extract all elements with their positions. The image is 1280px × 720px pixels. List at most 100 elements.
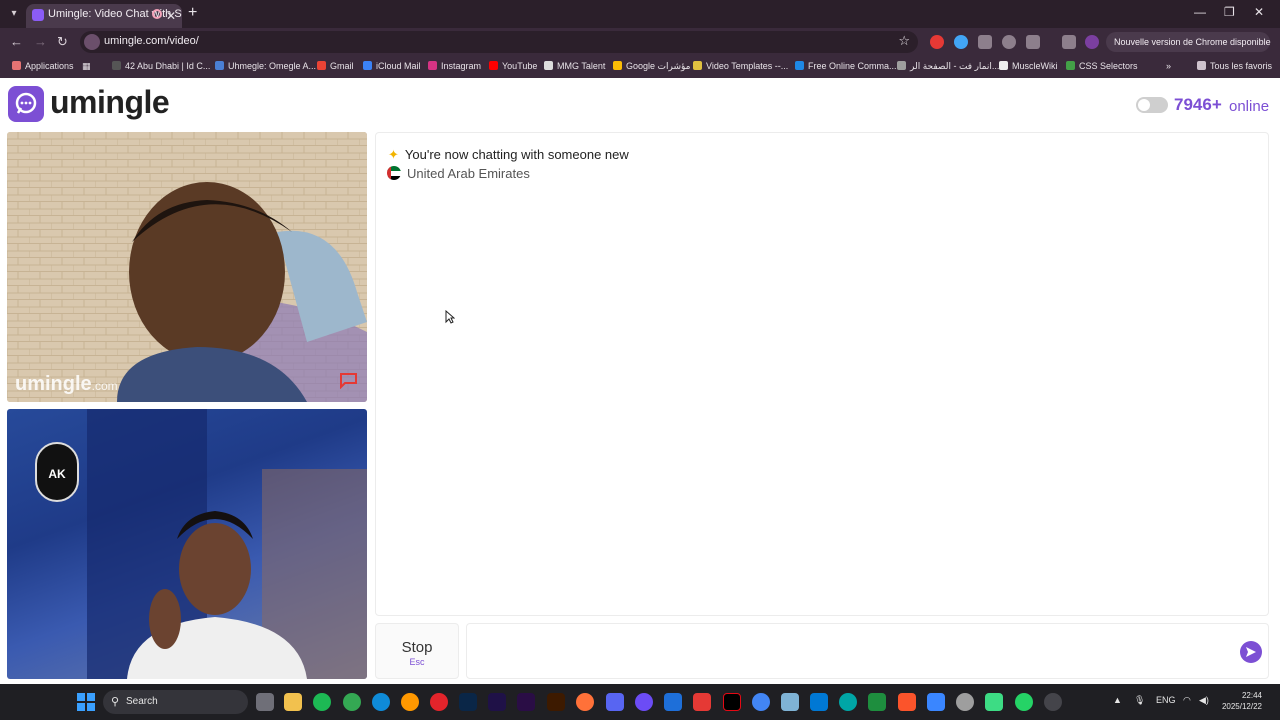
edge-dev-icon[interactable] xyxy=(839,693,857,711)
umingle-logo-icon[interactable] xyxy=(8,86,44,122)
store-icon[interactable] xyxy=(927,693,945,711)
system-clock[interactable]: 22:44 2025/12/22 xyxy=(1220,690,1262,712)
bookmark-item[interactable]: Free Online Comma... xyxy=(795,61,897,71)
netflix-icon[interactable] xyxy=(723,693,741,711)
site-info-icon[interactable] xyxy=(84,34,100,50)
volume-icon[interactable]: ◀) xyxy=(1199,695,1209,706)
bookmark-item[interactable]: MuscleWiki xyxy=(999,61,1058,71)
stop-button[interactable]: Stop Esc xyxy=(375,623,459,679)
bookmark-item[interactable]: Gmail xyxy=(317,61,354,71)
extension-omega-icon[interactable] xyxy=(1002,35,1016,49)
photos-icon[interactable] xyxy=(781,693,799,711)
clock-time: 22:44 xyxy=(1241,691,1262,700)
mmg-icon xyxy=(544,61,553,70)
discord-icon[interactable] xyxy=(606,693,624,711)
folder-icon xyxy=(1197,61,1206,70)
bookmark-item[interactable]: Video Templates --... xyxy=(693,61,788,71)
bookmark-item[interactable]: CSS Selectors xyxy=(1066,61,1138,71)
chat-bubble-icon xyxy=(15,92,37,114)
bookmark-item[interactable]: Google مؤشرات xyxy=(613,61,690,72)
all-bookmarks-folder[interactable]: Tous les favoris xyxy=(1197,61,1272,71)
wifi-icon[interactable]: ◠ xyxy=(1183,695,1191,706)
profile-avatar-icon[interactable] xyxy=(1085,35,1099,49)
photoshop-icon[interactable] xyxy=(459,693,477,711)
chat-log: ✦ You're now chatting with someone new Un… xyxy=(375,132,1269,616)
stop-label: Stop xyxy=(401,639,433,656)
chrome-update-button[interactable]: Nouvelle version de Chrome disponible ⋮ xyxy=(1106,32,1280,52)
taskbar-search[interactable]: ⚲ Search xyxy=(103,690,248,714)
theme-toggle[interactable] xyxy=(1136,97,1168,113)
commands-icon xyxy=(795,61,804,70)
close-tab-icon[interactable]: ✕ xyxy=(166,6,176,26)
app-green-icon[interactable] xyxy=(985,693,1003,711)
remote-app-icon[interactable] xyxy=(664,693,682,711)
bookmark-item[interactable]: MMG Talent xyxy=(544,61,605,71)
bookmark-grid-icon[interactable]: ▦ xyxy=(82,61,91,72)
browser-app-icon[interactable] xyxy=(752,693,770,711)
address-bar[interactable]: umingle.com/video/ ☆ xyxy=(80,31,918,53)
message-input[interactable] xyxy=(475,634,1215,668)
tray-chevron-icon[interactable]: ▲ xyxy=(1113,695,1122,705)
bookmark-item[interactable]: YouTube xyxy=(489,61,537,71)
file-explorer-icon[interactable] xyxy=(284,693,302,711)
umingle-favicon-icon xyxy=(32,9,44,21)
site-logo-text[interactable]: umingle xyxy=(50,84,170,121)
tab-search-icon[interactable]: ▾ xyxy=(6,6,22,22)
extension-grid-icon[interactable] xyxy=(978,35,992,49)
edge-icon[interactable] xyxy=(372,693,390,711)
recording-indicator-icon xyxy=(152,9,162,19)
stop-shortcut-hint: Esc xyxy=(409,657,425,667)
app-red-icon[interactable] xyxy=(693,693,711,711)
extensions-puzzle-icon[interactable] xyxy=(1026,35,1040,49)
bookmark-item[interactable]: Applications xyxy=(12,61,74,71)
back-icon[interactable]: ← xyxy=(10,34,23,49)
more-bookmarks-icon[interactable]: » xyxy=(1166,61,1171,71)
maximize-icon[interactable]: ❐ xyxy=(1224,5,1235,19)
firefox-dev-icon[interactable] xyxy=(401,693,419,711)
extension-red-icon[interactable] xyxy=(930,35,944,49)
microphone-icon[interactable]: 🎙 xyxy=(1134,695,1145,706)
task-view-icon[interactable] xyxy=(256,693,274,711)
browser-tab-umingle[interactable]: Umingle: Video Chat with St ✕ xyxy=(26,4,182,28)
globe-icon xyxy=(897,61,906,70)
vscode-icon[interactable] xyxy=(810,693,828,711)
forward-icon[interactable]: → xyxy=(34,34,47,49)
brave-icon[interactable] xyxy=(898,693,916,711)
bookmark-star-icon[interactable]: ☆ xyxy=(898,33,910,49)
system-message: ✦ You're now chatting with someone new xyxy=(388,147,629,162)
opera-icon[interactable] xyxy=(430,693,448,711)
send-button[interactable] xyxy=(1240,641,1262,663)
bookmark-item[interactable]: Uhmegle: Omegle A... xyxy=(215,61,316,71)
spotify-icon[interactable] xyxy=(313,693,331,711)
clock-date: 2025/12/22 xyxy=(1221,702,1262,711)
bookmark-item[interactable]: Instagram xyxy=(428,61,481,71)
bookmarks-bar: Applications ▦ 42 Abu Dhabi | Id C... Uh… xyxy=(0,56,1280,78)
ak-channel-logo: AK xyxy=(35,442,79,502)
capcut-icon[interactable] xyxy=(868,693,886,711)
new-tab-icon[interactable]: + xyxy=(188,4,197,22)
youtube-icon xyxy=(489,61,498,70)
app-icon[interactable] xyxy=(635,693,653,711)
media-player-icon[interactable] xyxy=(1044,693,1062,711)
sparkle-icon: ✦ xyxy=(388,147,399,162)
chrome-icon[interactable] xyxy=(343,693,361,711)
premiere-icon[interactable] xyxy=(517,693,535,711)
language-indicator[interactable]: ENG xyxy=(1156,695,1176,705)
illustrator-icon[interactable] xyxy=(547,693,565,711)
media-control-icon[interactable] xyxy=(1062,35,1076,49)
firefox-icon[interactable] xyxy=(576,693,594,711)
extension-blue-icon[interactable] xyxy=(954,35,968,49)
whatsapp-icon[interactable] xyxy=(1015,693,1033,711)
partner-country: United Arab Emirates xyxy=(387,166,530,181)
bookmark-item[interactable]: انمار فت - الصفحة الر... xyxy=(897,61,999,72)
windows-start-icon[interactable] xyxy=(77,693,95,711)
minimize-icon[interactable]: — xyxy=(1194,5,1206,19)
settings-gear-icon[interactable] xyxy=(956,693,974,711)
reload-icon[interactable]: ↻ xyxy=(57,34,68,50)
close-window-icon[interactable]: ✕ xyxy=(1254,5,1264,19)
report-flag-icon[interactable] xyxy=(339,373,359,394)
after-effects-icon[interactable] xyxy=(488,693,506,711)
icloud-icon xyxy=(363,61,372,70)
bookmark-item[interactable]: iCloud Mail xyxy=(363,61,421,71)
bookmark-item[interactable]: 42 Abu Dhabi | Id C... xyxy=(112,61,210,71)
